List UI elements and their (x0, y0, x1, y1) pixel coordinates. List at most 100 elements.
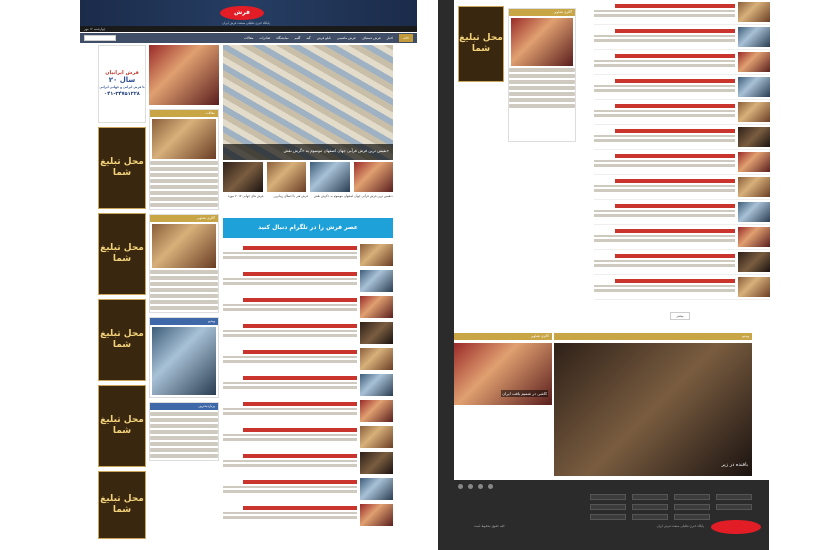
ad-banner-top[interactable]: فرش ایرانیان ۲۰ سال با فرش ایرانی و جهان… (98, 45, 146, 123)
news-item[interactable] (594, 0, 770, 25)
news-item[interactable] (594, 125, 770, 150)
site-logo[interactable]: فرش (220, 6, 264, 20)
ad-slot[interactable]: محل تبلیغ شما (98, 385, 146, 467)
news-thumb[interactable] (738, 202, 770, 222)
news-thumb[interactable] (738, 2, 770, 22)
news-thumb[interactable] (360, 504, 393, 526)
news-item[interactable] (594, 100, 770, 125)
news-thumb[interactable] (738, 102, 770, 122)
video-image[interactable] (152, 327, 216, 395)
video-feature[interactable]: بافنده در زیر (554, 343, 752, 476)
news-item[interactable] (223, 322, 393, 344)
news-item[interactable] (223, 504, 393, 526)
news-item[interactable] (223, 452, 393, 474)
news-thumb[interactable] (360, 478, 393, 500)
news-thumb[interactable] (738, 252, 770, 272)
ad-slot[interactable]: محل تبلیغ شما (98, 127, 146, 209)
news-list (594, 0, 770, 300)
thumb[interactable] (310, 162, 350, 192)
news-thumb[interactable] (738, 127, 770, 147)
news-item[interactable] (223, 348, 393, 370)
nav-item[interactable]: مقالات (244, 36, 253, 40)
news-thumb[interactable] (738, 177, 770, 197)
news-thumb[interactable] (360, 270, 393, 292)
site-header: فرش پایگاه خبری تحلیلی صنعت فرش ایران (80, 0, 417, 26)
side-image[interactable] (511, 18, 573, 66)
telegram-banner[interactable]: عصر فرش را در تلگرام دنبال کنید (223, 218, 393, 238)
news-thumb[interactable] (360, 426, 393, 448)
news-thumb[interactable] (360, 348, 393, 370)
news-thumb[interactable] (738, 152, 770, 172)
facebook-icon[interactable] (478, 484, 483, 489)
news-item[interactable] (594, 150, 770, 175)
news-thumb[interactable] (360, 452, 393, 474)
footer-link[interactable] (716, 494, 752, 500)
news-item[interactable] (223, 400, 393, 422)
more-button[interactable]: بیشتر (670, 312, 690, 320)
news-thumb[interactable] (738, 27, 770, 47)
news-thumb[interactable] (738, 77, 770, 97)
video-caption: بافنده در زیر (721, 462, 748, 468)
footer-link[interactable] (590, 514, 626, 520)
news-item[interactable] (594, 50, 770, 75)
rss-icon[interactable] (458, 484, 463, 489)
news-thumb[interactable] (360, 374, 393, 396)
news-item[interactable] (594, 25, 770, 50)
news-item[interactable] (594, 200, 770, 225)
telegram-label: عصر فرش را در تلگرام دنبال کنید (258, 224, 358, 231)
news-item[interactable] (594, 225, 770, 250)
news-item[interactable] (223, 244, 393, 266)
news-thumb[interactable] (738, 52, 770, 72)
instagram-icon[interactable] (488, 484, 493, 489)
news-item[interactable] (594, 275, 770, 300)
search-input[interactable] (84, 35, 116, 41)
nav-item[interactable]: گلیم (295, 36, 301, 40)
news-item[interactable] (223, 478, 393, 500)
footer-link[interactable] (674, 504, 710, 510)
nav-item[interactable]: گبه (306, 36, 310, 40)
nav-home[interactable]: خانه (399, 34, 413, 42)
twitter-icon[interactable] (468, 484, 473, 489)
ad-image[interactable] (149, 45, 219, 105)
thumb[interactable] (223, 162, 263, 192)
news-thumb[interactable] (360, 244, 393, 266)
news-item[interactable] (223, 426, 393, 448)
news-item[interactable] (223, 270, 393, 292)
thumb[interactable] (266, 162, 306, 192)
footer-link[interactable] (716, 504, 752, 510)
news-item[interactable] (594, 75, 770, 100)
article-image[interactable] (152, 119, 216, 159)
footer-link[interactable] (632, 504, 668, 510)
news-item[interactable] (223, 374, 393, 396)
news-thumb[interactable] (360, 322, 393, 344)
articles-box: مقالات (149, 109, 219, 210)
footer-link[interactable] (590, 494, 626, 500)
ad-slot[interactable]: محل تبلیغ شما (98, 471, 146, 539)
nav-item[interactable]: نمایشگاه (276, 36, 288, 40)
featured-slider[interactable]: نفیس ترین فرش قرآنی جهان اصفهان موسوم به… (223, 45, 393, 160)
footer-logo[interactable] (711, 520, 761, 534)
ad-slot[interactable]: محل تبلیغ شما (458, 6, 504, 82)
news-item[interactable] (223, 296, 393, 318)
nav-item[interactable]: فرش دستباف (362, 36, 381, 40)
news-thumb[interactable] (360, 400, 393, 422)
nav-item[interactable]: اخبار (387, 36, 394, 40)
news-item[interactable] (594, 175, 770, 200)
nav-item[interactable]: فرش ماشینی (337, 36, 356, 40)
news-thumb[interactable] (738, 227, 770, 247)
footer-link[interactable] (590, 504, 626, 510)
gallery-image[interactable] (152, 224, 216, 268)
footer-link[interactable] (632, 494, 668, 500)
nav-item[interactable]: صادرات (259, 36, 270, 40)
ad-slot[interactable]: محل تبلیغ شما (98, 299, 146, 381)
footer-link[interactable] (632, 514, 668, 520)
news-thumb[interactable] (738, 277, 770, 297)
news-thumb[interactable] (360, 296, 393, 318)
nav-item[interactable]: تابلو فرش (317, 36, 331, 40)
thumb[interactable] (353, 162, 393, 192)
ad-slot[interactable]: محل تبلیغ شما (98, 213, 146, 295)
footer-link[interactable] (674, 514, 710, 520)
news-item[interactable] (594, 250, 770, 275)
gallery-small[interactable]: کاشی در شمیم بافت ایران (454, 343, 552, 405)
footer-link[interactable] (674, 494, 710, 500)
